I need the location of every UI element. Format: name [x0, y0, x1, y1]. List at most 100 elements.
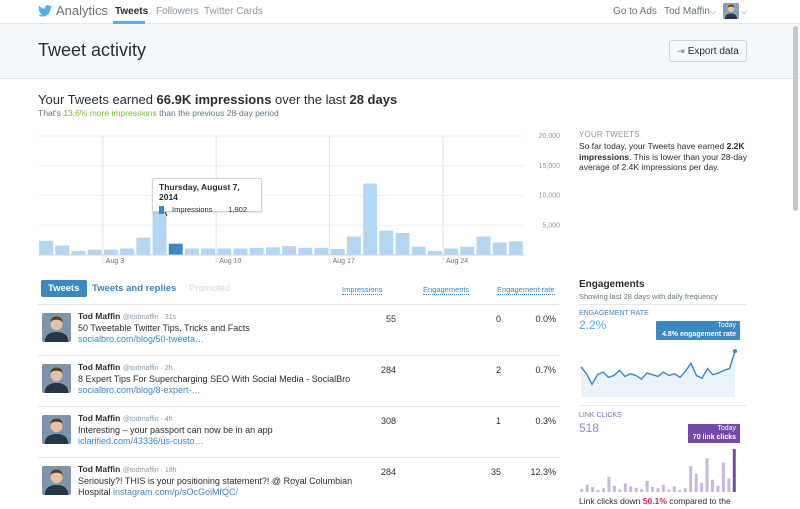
tab-followers[interactable]: Followers: [156, 6, 199, 17]
page-title: Tweet activity: [38, 40, 147, 60]
link-clicks-bar: [694, 473, 698, 492]
avatar[interactable]: [42, 415, 71, 444]
export-label: Export data: [687, 45, 739, 57]
tweet-body: 8 Expert Tips For Supercharging SEO With…: [78, 374, 351, 384]
link-clicks-bar: [661, 484, 665, 492]
tweet-link[interactable]: instagram.com/p/sOcGoiMfQC/: [113, 487, 238, 497]
tweet-link[interactable]: socialbro.com/blog/50-tweeta…: [78, 334, 204, 344]
tweet-author[interactable]: Tod Maffin: [78, 464, 120, 474]
tab-promoted[interactable]: Promoted: [189, 283, 230, 294]
tab-tweets[interactable]: Tweets: [115, 6, 148, 17]
tab-tweets-list[interactable]: Tweets: [41, 280, 87, 297]
tweet-link[interactable]: socialbro.com/blog/8-expert-…: [78, 385, 201, 395]
your-tweets-heading: YOUR TWEETS: [579, 130, 640, 139]
column-header-engagement-rate[interactable]: Engagement rate: [497, 285, 555, 295]
y-tick-label: 20,000: [539, 133, 561, 140]
tab-twitter-cards[interactable]: Twitter Cards: [204, 6, 263, 17]
summary-sub-pct: 13.6% more impressions: [63, 108, 157, 118]
link-clicks-bar: [672, 486, 676, 492]
tab-tweets-and-replies[interactable]: Tweets and replies: [92, 283, 176, 294]
chart-bar[interactable]: [120, 248, 135, 255]
x-tick-label: Aug 10: [219, 258, 241, 265]
chart-bar[interactable]: [184, 248, 199, 255]
export-icon: ⇥: [677, 45, 685, 56]
chart-bar[interactable]: [444, 248, 459, 255]
link-clicks-bar: [623, 483, 627, 492]
analytics-brand[interactable]: Analytics: [38, 3, 108, 18]
avatar[interactable]: [723, 3, 739, 19]
chevron-down-icon[interactable]: ⌵: [741, 7, 747, 17]
chart-bar[interactable]: [39, 240, 54, 255]
badge-today: Today: [717, 425, 736, 432]
chart-bar[interactable]: [508, 241, 523, 255]
summary-subtitle: That's 13.6% more impressions than the p…: [38, 108, 279, 118]
chart-bar[interactable]: [363, 183, 378, 255]
chart-bar[interactable]: [346, 236, 361, 255]
chart-bar[interactable]: [492, 242, 507, 255]
tweet-link[interactable]: iclarified.com/43336/us-custo…: [78, 436, 204, 446]
chart-bar[interactable]: [460, 246, 475, 255]
chart-bar[interactable]: [395, 232, 410, 255]
tweet-tabs: Tweets Tweets and replies Promoted: [41, 280, 561, 300]
chart-bar[interactable]: [217, 248, 232, 255]
chart-bar[interactable]: [201, 248, 216, 255]
summary-sub-suffix: than the previous 28-day period: [156, 108, 279, 118]
chart-bar[interactable]: [379, 230, 394, 255]
link-clicks-bar: [727, 478, 731, 492]
chart-bar[interactable]: [411, 246, 426, 255]
chart-bar[interactable]: [314, 247, 329, 255]
tweet-text: Tod Maffin @todmaffin · 31s 50 Tweetable …: [78, 311, 278, 345]
chart-bar[interactable]: [476, 236, 491, 255]
chart-bar[interactable]: [71, 250, 86, 255]
link-clicks-bar: [596, 490, 600, 492]
impressions-value: 284: [380, 365, 396, 375]
tweet-author[interactable]: Tod Maffin: [78, 362, 120, 372]
chart-bar[interactable]: [265, 247, 280, 255]
chart-bar[interactable]: [168, 243, 183, 255]
column-header-engagements[interactable]: Engagements: [423, 285, 470, 295]
avatar[interactable]: [42, 313, 71, 342]
chart-bar[interactable]: [282, 246, 297, 255]
tweet-author[interactable]: Tod Maffin: [78, 311, 120, 321]
table-row[interactable]: Tod Maffin @todmaffin · 4h Interesting – …: [38, 406, 559, 457]
user-menu[interactable]: Tod Maffin⌵: [664, 6, 716, 17]
link-clicks-bar: [667, 489, 671, 492]
chart-bar[interactable]: [330, 249, 345, 255]
link-clicks-bar: [585, 484, 589, 492]
chart-bar[interactable]: [233, 248, 248, 255]
engagements-title: Engagements: [579, 279, 645, 290]
table-row[interactable]: Tod Maffin @todmaffin · 2h 8 Expert Tips …: [38, 355, 559, 406]
column-header-impressions[interactable]: Impressions: [342, 285, 383, 295]
chart-bar[interactable]: [103, 249, 118, 255]
scrollbar[interactable]: [793, 26, 798, 211]
engagements-subtitle: Showing last 28 days with daily frequenc…: [579, 292, 718, 301]
link-clicks-bar: [656, 488, 660, 492]
chart-bar[interactable]: [298, 247, 313, 255]
table-row[interactable]: Tod Maffin @todmaffin · 18h Seriously?! T…: [38, 457, 559, 508]
x-tick-label: Aug 3: [106, 258, 124, 265]
tweet-author[interactable]: Tod Maffin: [78, 413, 120, 423]
link-clicks-bar: [640, 488, 644, 492]
go-to-ads-link[interactable]: Go to Ads: [613, 6, 657, 17]
avatar[interactable]: [42, 364, 71, 393]
chart-bar[interactable]: [87, 249, 102, 255]
tweet-body: 50 Tweetable Twitter Tips, Tricks and Fa…: [78, 323, 250, 333]
summary-prefix: Your Tweets earned: [38, 92, 157, 107]
link-clicks-bar: [651, 487, 655, 492]
badge-value: 70 link clicks: [692, 433, 736, 441]
summary-middle: over the last: [271, 92, 350, 107]
export-data-button[interactable]: ⇥ Export data: [669, 40, 747, 62]
chart-bar[interactable]: [136, 237, 151, 255]
footer-text-1: Link clicks down: [579, 496, 643, 506]
table-row[interactable]: Tod Maffin @todmaffin · 31s 50 Tweetable …: [38, 304, 559, 355]
engagement-rate-heading: ENGAGEMENT RATE: [579, 310, 649, 317]
summary-headline: Your Tweets earned 66.9K impressions ove…: [38, 92, 397, 107]
brand-label: Analytics: [56, 3, 109, 18]
chart-bar[interactable]: [249, 247, 264, 255]
link-clicks-bar: [689, 466, 693, 492]
impressions-value: 308: [380, 416, 396, 426]
chart-bar[interactable]: [55, 245, 70, 255]
tweet-handle: @todmaffin · 4h: [122, 416, 173, 423]
avatar[interactable]: [42, 466, 71, 495]
chart-bar[interactable]: [427, 250, 442, 255]
